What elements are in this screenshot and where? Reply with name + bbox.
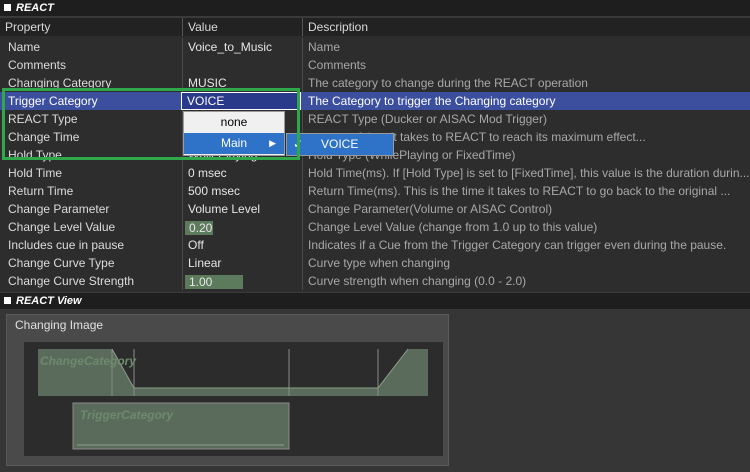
- menu-item-main-label: Main: [220, 136, 247, 150]
- react-section-title: REACT: [16, 2, 54, 14]
- changing-image-canvas: ChangeCategory TriggerCategory: [24, 342, 443, 456]
- property-description: Curve type when changing: [308, 256, 451, 270]
- property-row-return-time[interactable]: Return Time 500 msec Return Time(ms). Th…: [0, 182, 750, 200]
- trigger-category-value-editor[interactable]: VOICE: [181, 92, 301, 110]
- property-value[interactable]: 0.20: [183, 218, 303, 236]
- property-value[interactable]: 500 msec: [183, 182, 303, 200]
- property-value[interactable]: Linear: [183, 254, 303, 272]
- property-description: Change Parameter(Volume or AISAC Control…: [308, 202, 553, 216]
- property-row-change-curve-type[interactable]: Change Curve Type Linear Curve type when…: [0, 254, 750, 272]
- property-description: Hold Time(ms). If [Hold Type] is set to …: [308, 166, 750, 180]
- property-row-includes-cue-in-pause[interactable]: Includes cue in pause Off Indicates if a…: [0, 236, 750, 254]
- property-label: Return Time: [0, 182, 183, 200]
- changing-image-panel: Changing Image ChangeCategory TriggerCat…: [6, 314, 449, 466]
- property-value[interactable]: MUSIC: [183, 74, 303, 92]
- submenu-item-voice-label: VOICE: [321, 137, 359, 151]
- value-column-header[interactable]: Value: [183, 18, 303, 36]
- property-row-change-curve-strength[interactable]: Change Curve Strength 1.00 Curve strengt…: [0, 272, 750, 290]
- property-label: Hold Time: [0, 164, 183, 182]
- collapse-square-icon[interactable]: [4, 4, 11, 11]
- property-value[interactable]: 1.00: [183, 272, 303, 290]
- property-description: Return Time(ms). This is the time it tak…: [308, 184, 731, 198]
- property-label: Change Curve Strength: [0, 272, 183, 290]
- changing-image-title: Changing Image: [15, 318, 104, 332]
- property-label: Hold Type: [0, 146, 183, 164]
- change-curve-strength-slider[interactable]: 1.00: [185, 274, 243, 289]
- submenu-item-voice[interactable]: ✓ VOICE: [287, 134, 393, 155]
- property-value[interactable]: Off: [183, 236, 303, 254]
- trigger-category-label: TriggerCategory: [80, 408, 174, 422]
- property-row-change-level-value[interactable]: Change Level Value 0.20 Change Level Val…: [0, 218, 750, 236]
- description-column-header[interactable]: Description: [303, 18, 750, 36]
- property-row-change-parameter[interactable]: Change Parameter Volume Level Change Par…: [0, 200, 750, 218]
- property-description: Comments: [308, 58, 367, 72]
- submenu-arrow-icon: ▶: [269, 138, 276, 148]
- property-label: Change Level Value: [0, 218, 183, 236]
- property-description: The Category to trigger the Changing cat…: [308, 94, 556, 108]
- property-row-trigger-category[interactable]: Trigger Category VOICE The Category to t…: [0, 92, 750, 110]
- collapse-square-icon[interactable]: [4, 297, 11, 304]
- property-label: Comments: [0, 56, 183, 74]
- property-row-name[interactable]: Name Voice_to_Music Name: [0, 38, 750, 56]
- property-value[interactable]: 0 msec: [183, 164, 303, 182]
- react-view-section-header[interactable]: REACT View: [0, 293, 750, 309]
- property-row-hold-time[interactable]: Hold Time 0 msec Hold Time(ms). If [Hold…: [0, 164, 750, 182]
- property-value[interactable]: [183, 56, 303, 74]
- property-label: Change Parameter: [0, 200, 183, 218]
- property-value[interactable]: Volume Level: [183, 200, 303, 218]
- property-label: Change Time: [0, 128, 183, 146]
- menu-item-none[interactable]: none: [184, 112, 284, 133]
- property-description: Indicates if a Cue from the Trigger Cate…: [308, 238, 727, 252]
- property-label: Name: [0, 38, 183, 56]
- property-label: Changing Category: [0, 74, 183, 92]
- property-description: Curve strength when changing (0.0 - 2.0): [308, 274, 527, 288]
- property-description: Name: [308, 40, 341, 54]
- property-label: Change Curve Type: [0, 254, 183, 272]
- property-row-react-type[interactable]: REACT Type REACT Type (Ducker or AISAC M…: [0, 110, 750, 128]
- property-label: Includes cue in pause: [0, 236, 183, 254]
- property-row-comments[interactable]: Comments Comments: [0, 56, 750, 74]
- property-description: The category to change during the REACT …: [308, 76, 588, 90]
- check-icon: ✓: [293, 137, 304, 151]
- main-submenu[interactable]: ✓ VOICE: [286, 133, 394, 156]
- change-level-slider[interactable]: 0.20: [185, 220, 213, 235]
- trigger-category-dropdown[interactable]: none Main ▶: [183, 111, 285, 156]
- property-description: REACT Type (Ducker or AISAC Mod Trigger): [308, 112, 547, 126]
- change-category-label: ChangeCategory: [40, 354, 137, 368]
- property-value[interactable]: Voice_to_Music: [183, 38, 303, 56]
- property-row-changing-category[interactable]: Changing Category MUSIC The category to …: [0, 74, 750, 92]
- property-description: Change Level Value (change from 1.0 up t…: [308, 220, 598, 234]
- react-section-header[interactable]: REACT: [0, 0, 750, 16]
- menu-item-main[interactable]: Main ▶: [184, 133, 284, 154]
- property-label: Trigger Category: [0, 92, 183, 110]
- react-view-area: Changing Image ChangeCategory TriggerCat…: [0, 309, 750, 472]
- property-column-header[interactable]: Property: [0, 18, 183, 36]
- property-label: REACT Type: [0, 110, 183, 128]
- react-view-section-title: REACT View: [16, 295, 82, 307]
